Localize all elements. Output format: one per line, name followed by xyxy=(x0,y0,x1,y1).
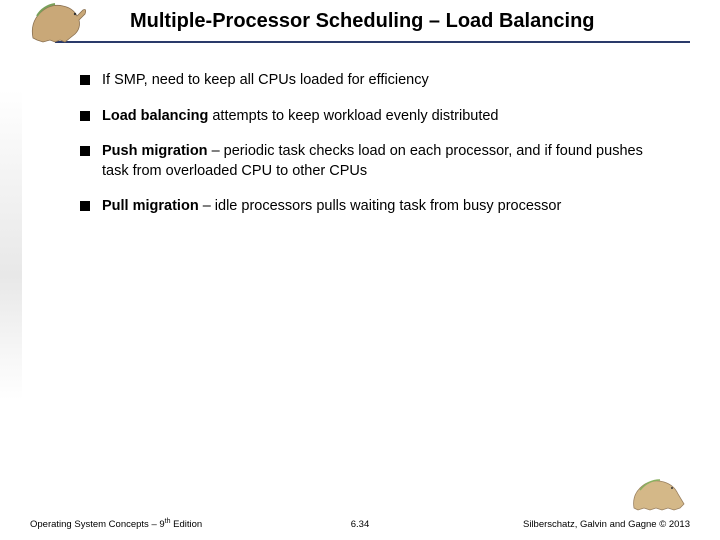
bullet-square-icon xyxy=(80,75,90,85)
left-decorative-band xyxy=(0,90,22,400)
footer-page-number: 6.34 xyxy=(351,519,370,530)
bullet-item: Push migration – periodic task checks lo… xyxy=(80,142,660,181)
slide: Multiple-Processor Scheduling – Load Bal… xyxy=(0,0,720,540)
bullet-text: If SMP, need to keep all CPUs loaded for… xyxy=(102,71,429,91)
slide-title: Multiple-Processor Scheduling – Load Bal… xyxy=(130,10,670,33)
bullet-rest: attempts to keep workload evenly distrib… xyxy=(208,108,498,124)
bullet-item: Load balancing attempts to keep workload… xyxy=(80,107,660,127)
bullet-item: If SMP, need to keep all CPUs loaded for… xyxy=(80,71,660,91)
slide-content: If SMP, need to keep all CPUs loaded for… xyxy=(0,43,720,217)
bullet-text: Load balancing attempts to keep workload… xyxy=(102,107,499,127)
bullet-rest: – idle processors pulls waiting task fro… xyxy=(199,198,562,214)
bullet-text: Push migration – periodic task checks lo… xyxy=(102,142,660,181)
footer-book-suffix: Edition xyxy=(171,519,203,530)
footer-left: Operating System Concepts – 9th Edition xyxy=(30,518,202,530)
dinosaur-icon xyxy=(25,0,95,46)
dinosaur-icon xyxy=(630,474,692,514)
bullet-bold: Pull migration xyxy=(102,198,199,214)
bullet-item: Pull migration – idle processors pulls w… xyxy=(80,197,660,217)
bullet-bold: Load balancing xyxy=(102,108,208,124)
bullet-square-icon xyxy=(80,146,90,156)
slide-header: Multiple-Processor Scheduling – Load Bal… xyxy=(55,0,690,43)
bullet-plain: If SMP, need to keep all CPUs loaded for… xyxy=(102,72,429,88)
bullet-square-icon xyxy=(80,201,90,211)
bullet-square-icon xyxy=(80,111,90,121)
footer-book-prefix: Operating System Concepts – 9 xyxy=(30,519,165,530)
bullet-bold: Push migration xyxy=(102,143,208,159)
footer-copyright: Silberschatz, Galvin and Gagne © 2013 xyxy=(523,519,690,530)
bullet-text: Pull migration – idle processors pulls w… xyxy=(102,197,561,217)
